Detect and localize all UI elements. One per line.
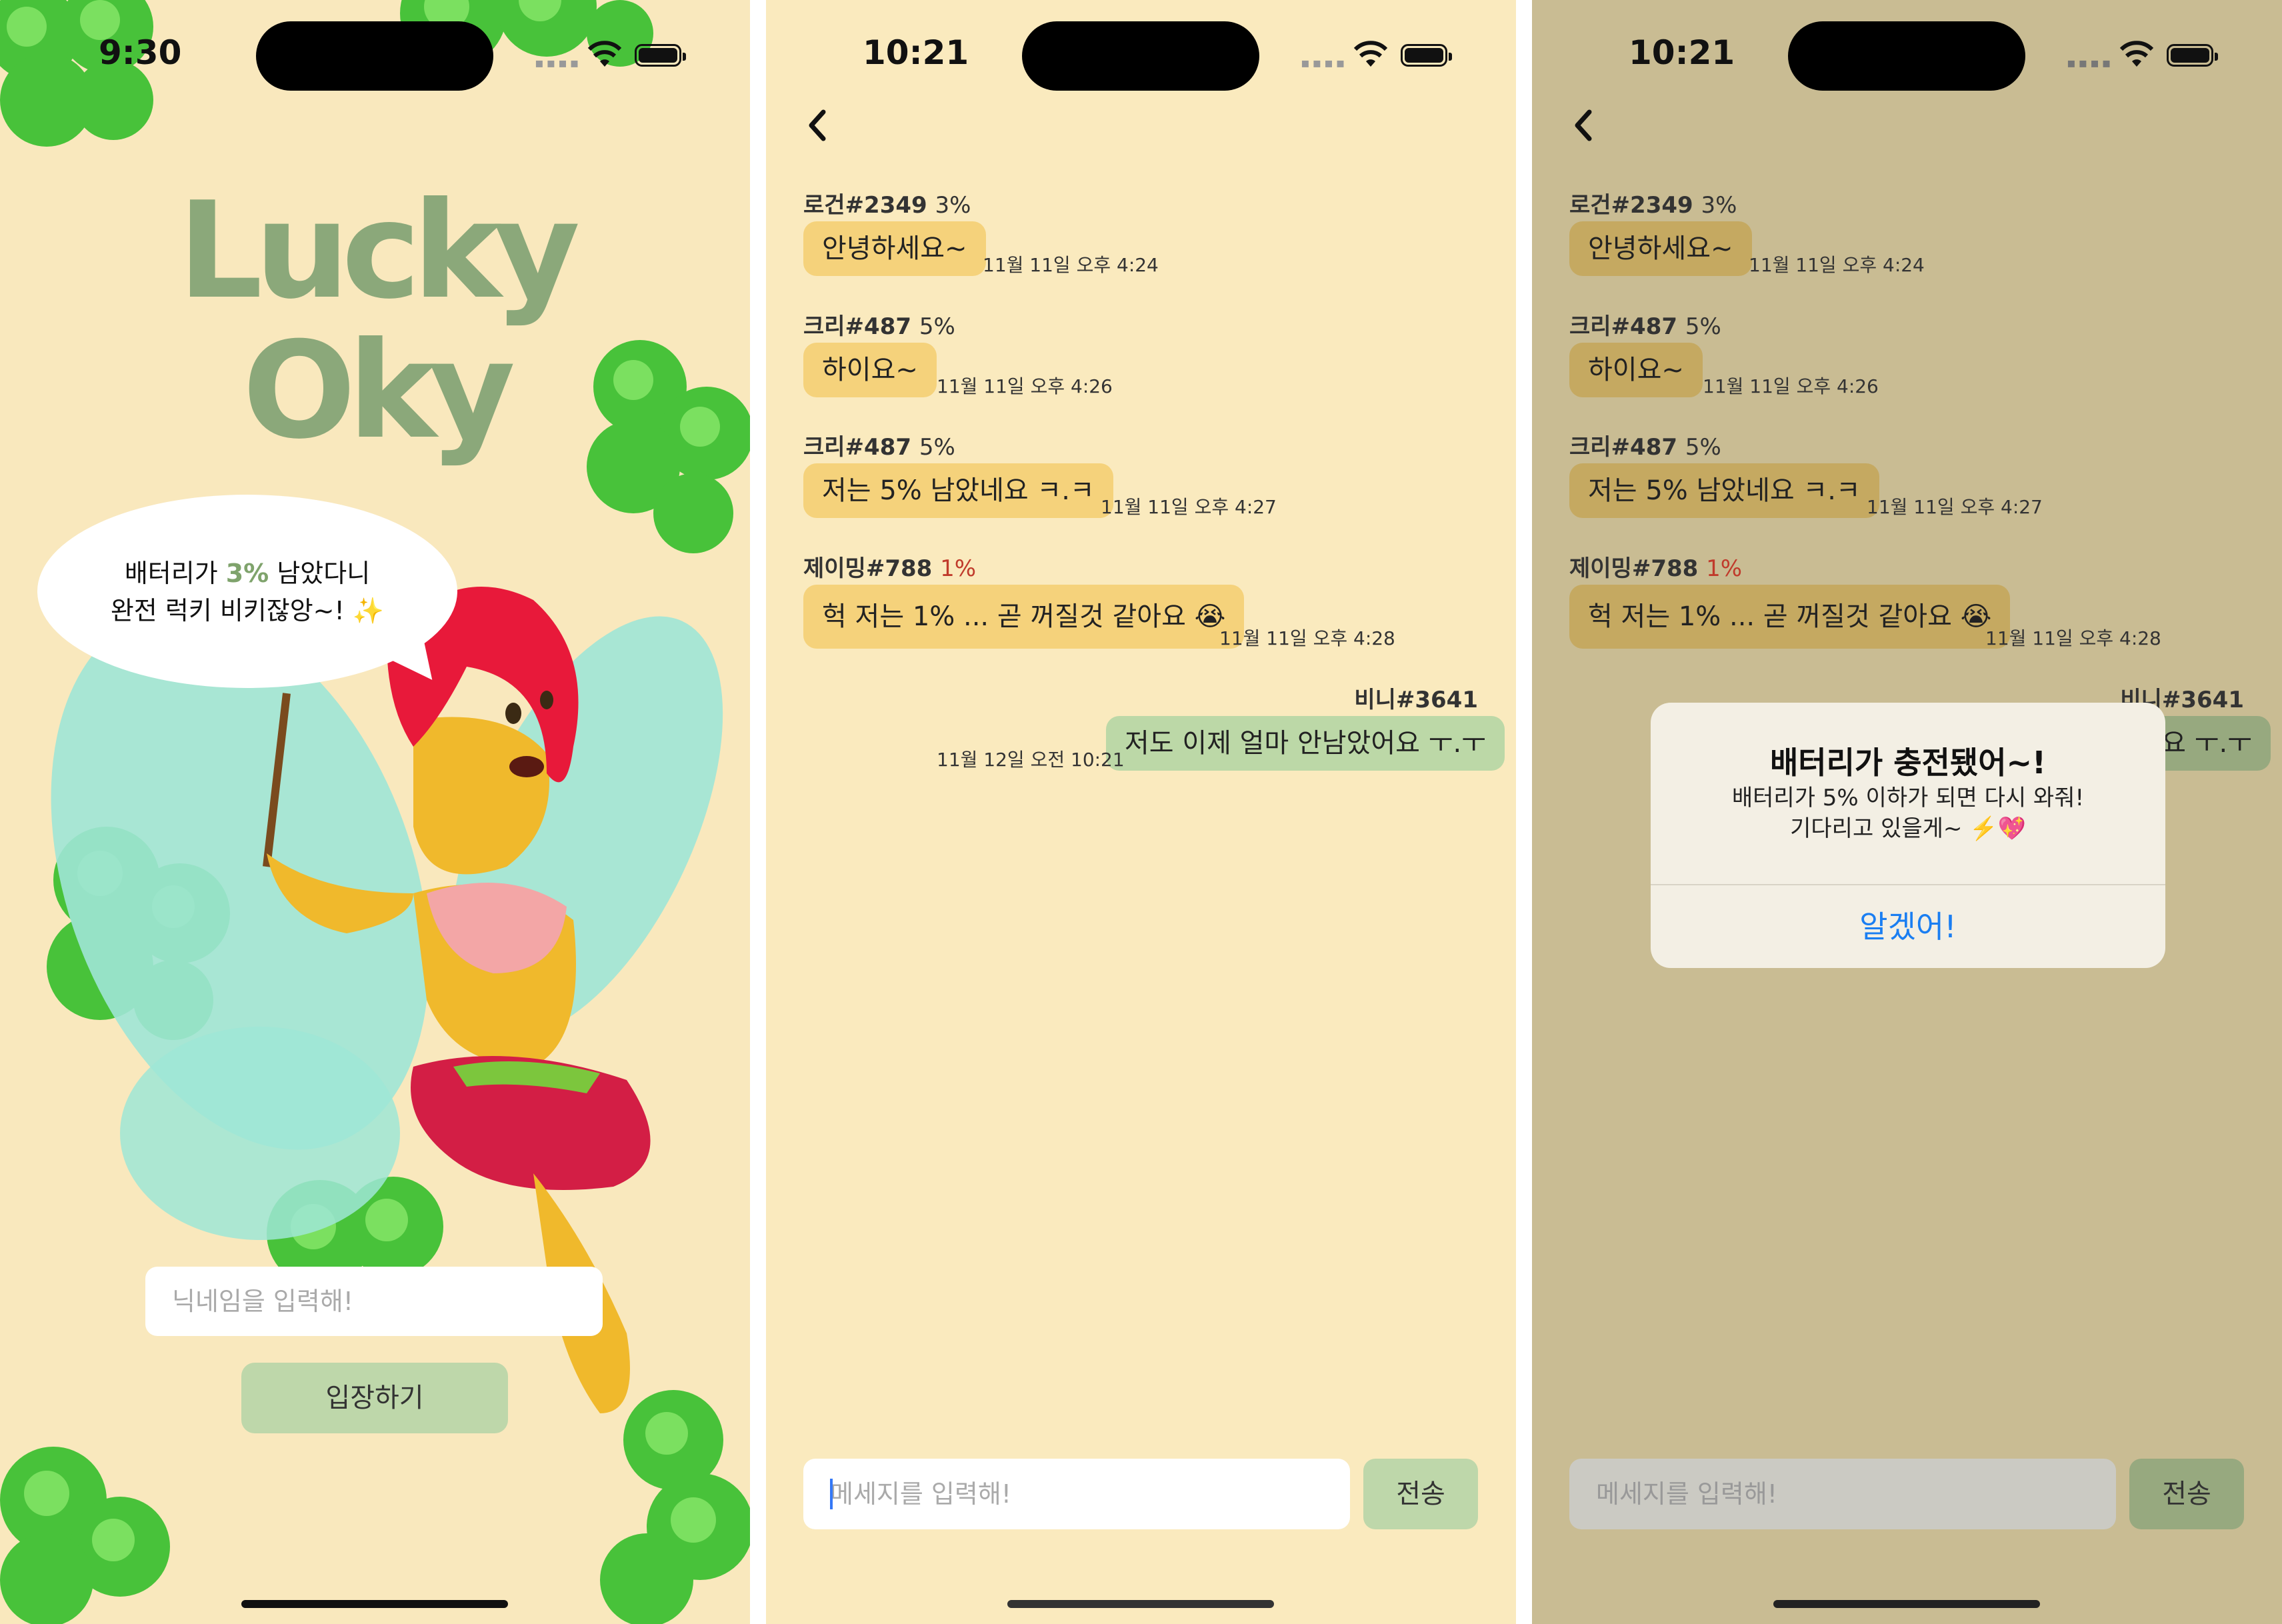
message-bubble: 헉 저는 1% ... 곧 꺼질것 같아요 😭 xyxy=(1569,585,2011,649)
back-chevron-icon[interactable] xyxy=(805,107,831,144)
message-timestamp: 11월 11일 오후 4:24 xyxy=(1749,254,1925,276)
app-title-line1: Lucky xyxy=(177,173,581,329)
message-timestamp: 11월 11일 오후 4:26 xyxy=(937,375,1113,397)
status-time: 9:30 xyxy=(99,33,182,72)
wifi-icon xyxy=(1353,41,1388,67)
clover-icon xyxy=(0,1447,170,1624)
alert-message: 배터리가 5% 이하가 되면 다시 와줘! 기다리고 있을게~ ⚡️💖 xyxy=(1731,785,2085,842)
wifi-icon xyxy=(587,41,622,67)
speech-bubble-text: 배터리가 3% 남았다니 완전 럭키 비키잖앙~! ✨ xyxy=(110,559,385,625)
message-sender: 크리#487 5% xyxy=(803,434,955,461)
low-battery-percent: 1% xyxy=(1706,555,1743,582)
low-battery-percent: 1% xyxy=(940,555,977,582)
message-timestamp: 11월 11일 오후 4:24 xyxy=(983,254,1159,276)
message-bubble: 저는 5% 남았네요 ㅋ.ㅋ xyxy=(803,463,1113,518)
message-bubble: 헉 저는 1% ... 곧 꺼질것 같아요 😭 xyxy=(803,585,1245,649)
message-timestamp: 11월 11일 오후 4:27 xyxy=(1101,496,1277,518)
clover-icon xyxy=(0,0,153,147)
alert-dialog: 배터리가 충전됐어~! 배터리가 5% 이하가 되면 다시 와줘! 기다리고 있… xyxy=(1651,703,2165,968)
message-input[interactable]: 메세지를 입력해! xyxy=(1569,1459,2116,1529)
message-bubble: 안녕하세요~ xyxy=(1569,221,1752,276)
message-sender: 로건#2349 3% xyxy=(1569,192,1737,219)
message-bubble: 안녕하세요~ xyxy=(803,221,986,276)
signal-icon: ▪▪▪▪ xyxy=(2067,55,2114,71)
dynamic-island xyxy=(1022,21,1259,91)
message-bubble: 하이요~ xyxy=(803,343,937,397)
battery-percent: 3% xyxy=(225,559,269,588)
chat-screen-alert: 10:21 ▪▪▪▪ 로건#2349 3% 안녕하세요~ 11월 11일 오후 … xyxy=(1532,0,2282,1624)
status-time: 10:21 xyxy=(863,33,969,72)
send-button[interactable]: 전송 xyxy=(1363,1459,1478,1529)
app-title-line2: Oky xyxy=(242,313,515,469)
home-indicator xyxy=(241,1600,508,1608)
text-caret xyxy=(830,1479,833,1509)
battery-icon xyxy=(1401,44,1452,67)
send-button[interactable]: 전송 xyxy=(2129,1459,2244,1529)
chat-screen: 10:21 ▪▪▪▪ 로건#2349 3% 안녕하세요~ 11월 11일 오후 … xyxy=(766,0,1516,1624)
message-bubble: 저는 5% 남았네요 ㅋ.ㅋ xyxy=(1569,463,1879,518)
signal-icon: ▪▪▪▪ xyxy=(535,55,582,71)
battery-icon xyxy=(2167,44,2218,67)
back-chevron-icon[interactable] xyxy=(1571,107,1597,144)
message-sender: 크리#487 5% xyxy=(803,313,955,340)
message-bubble: 하이요~ xyxy=(1569,343,1703,397)
enter-button[interactable]: 입장하기 xyxy=(241,1363,508,1433)
status-time: 10:21 xyxy=(1629,33,1735,72)
my-message-bubble: 저도 이제 얼마 안남았어요 ㅜ.ㅜ xyxy=(1106,716,1505,771)
message-sender: 크리#487 5% xyxy=(1569,434,1721,461)
message-timestamp: 11월 12일 오전 10:21 xyxy=(937,749,1125,771)
alert-confirm-button[interactable]: 알겠어! xyxy=(1651,885,2165,968)
dynamic-island xyxy=(1788,21,2025,91)
home-indicator xyxy=(1007,1600,1274,1608)
nickname-input[interactable]: 닉네임을 입력해! xyxy=(145,1267,603,1336)
message-timestamp: 11월 11일 오후 4:28 xyxy=(1219,627,1395,649)
message-sender: 제이밍#788 1% xyxy=(1569,555,1743,582)
message-input[interactable]: 메세지를 입력해! xyxy=(803,1459,1350,1529)
battery-icon xyxy=(635,44,686,67)
message-sender: 로건#2349 3% xyxy=(803,192,971,219)
message-sender: 제이밍#788 1% xyxy=(803,555,977,582)
message-timestamp: 11월 11일 오후 4:27 xyxy=(1867,496,2043,518)
signal-icon: ▪▪▪▪ xyxy=(1301,55,1348,71)
message-timestamp: 11월 11일 오후 4:28 xyxy=(1985,627,2161,649)
message-sender: 크리#487 5% xyxy=(1569,313,1721,340)
login-screen: 9:30 ▪▪▪▪ Lucky Oky 배터리가 3% 남았다니 완전 럭키 비… xyxy=(0,0,750,1624)
dynamic-island xyxy=(256,21,493,91)
message-timestamp: 11월 11일 오후 4:26 xyxy=(1703,375,1879,397)
alert-title: 배터리가 충전됐어~! xyxy=(1769,745,2047,781)
home-indicator xyxy=(1773,1600,2040,1608)
wifi-icon xyxy=(2119,41,2154,67)
